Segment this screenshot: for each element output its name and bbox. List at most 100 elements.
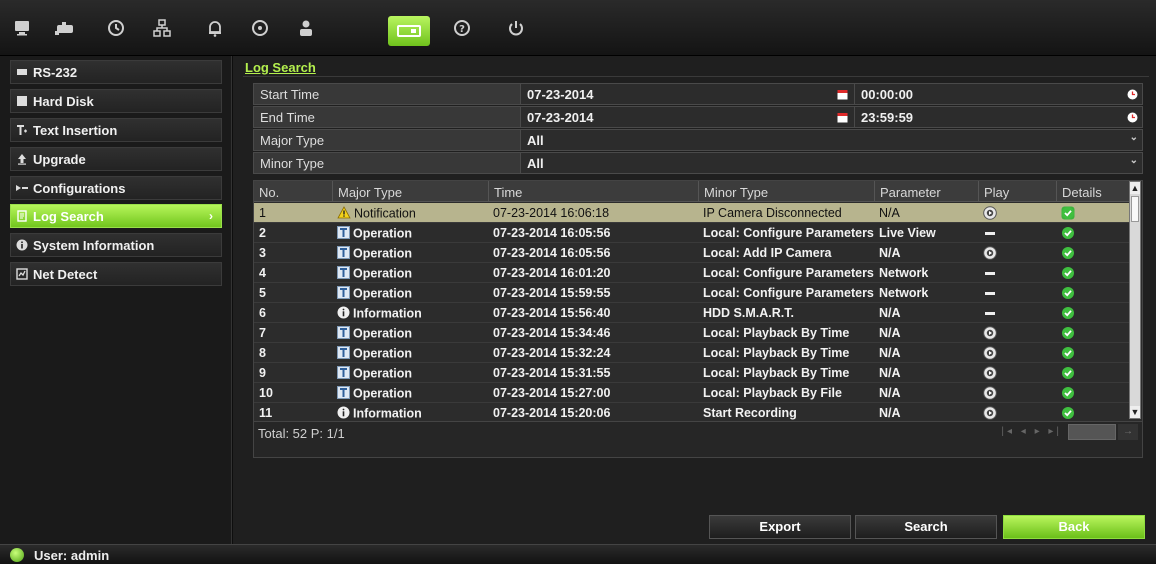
table-row[interactable]: 4 Operation 07-23-2014 16:01:20 Local: Conf…: [254, 263, 1130, 283]
cell-play[interactable]: [978, 383, 1056, 403]
table-row[interactable]: 10 Operation 07-23-2014 15:27:00 Local: Pla…: [254, 383, 1130, 403]
sidebar: RS-232 Hard Disk Text Insertion Upgrade …: [0, 56, 232, 544]
table-scrollbar[interactable]: ▲ ▼: [1129, 181, 1141, 419]
cell-no: 8: [259, 346, 266, 360]
device-icon[interactable]: [388, 16, 430, 46]
search-button[interactable]: Search: [855, 515, 997, 539]
title-divider: [243, 76, 1149, 77]
help-icon[interactable]: ?: [442, 10, 482, 46]
table-row[interactable]: 9 Operation 07-23-2014 15:31:55 Local: Play…: [254, 363, 1130, 383]
back-button[interactable]: Back: [1003, 515, 1145, 539]
sidebar-item-net-detect[interactable]: Net Detect: [10, 262, 222, 286]
details-icon[interactable]: [1061, 286, 1075, 303]
play-icon[interactable]: [983, 246, 997, 263]
hdd-icon[interactable]: [240, 10, 280, 46]
monitor-icon[interactable]: [2, 10, 42, 46]
table-row[interactable]: 11 Information 07-23-2014 15:20:06 Start Re…: [254, 403, 1130, 423]
cell-details[interactable]: [1056, 363, 1130, 383]
go-page-button[interactable]: →: [1118, 424, 1138, 440]
major-type-select[interactable]: All ⌄: [520, 130, 1142, 150]
sidebar-item-text-insertion[interactable]: Text Insertion: [10, 118, 222, 142]
details-icon[interactable]: [1061, 266, 1075, 283]
details-icon[interactable]: [1061, 306, 1075, 323]
calendar-icon[interactable]: [837, 111, 848, 126]
play-icon[interactable]: [983, 326, 997, 343]
play-icon[interactable]: [983, 346, 997, 363]
table-row[interactable]: 8 Operation 07-23-2014 15:32:24 Local: Play…: [254, 343, 1130, 363]
sidebar-item-configurations[interactable]: Configurations: [10, 176, 222, 200]
play-icon[interactable]: [983, 366, 997, 383]
details-icon[interactable]: [1061, 346, 1075, 363]
power-icon[interactable]: [496, 10, 536, 46]
cell-play[interactable]: [978, 403, 1056, 423]
details-icon[interactable]: [1061, 386, 1075, 403]
sidebar-item-upgrade[interactable]: Upgrade: [10, 147, 222, 171]
cell-play: [978, 223, 1056, 243]
col-play: Play: [978, 181, 1056, 202]
user-icon[interactable]: [286, 10, 326, 46]
end-date-field[interactable]: 07-23-2014: [520, 107, 854, 127]
cell-no: 4: [259, 266, 266, 280]
table-row[interactable]: 1 Notification 07-23-2014 16:06:18 IP Camer…: [254, 203, 1130, 223]
operation-icon: [337, 326, 350, 342]
details-icon[interactable]: [1061, 246, 1075, 263]
calendar-icon[interactable]: [837, 88, 848, 103]
play-icon[interactable]: [983, 206, 997, 223]
sidebar-item-system-information[interactable]: System Information: [10, 233, 222, 257]
network-icon[interactable]: [142, 10, 182, 46]
operation-icon: [337, 346, 350, 362]
cell-details[interactable]: [1056, 243, 1130, 263]
start-clock-field[interactable]: 00:00:00: [854, 84, 1142, 104]
cell-details[interactable]: [1056, 323, 1130, 343]
cell-details[interactable]: [1056, 303, 1130, 323]
table-row[interactable]: 2 Operation 07-23-2014 16:05:56 Local: Conf…: [254, 223, 1130, 243]
cell-time: 07-23-2014 15:59:55: [493, 286, 611, 300]
end-clock-field[interactable]: 23:59:59: [854, 107, 1142, 127]
cell-minor: Local: Add IP Camera: [703, 246, 832, 260]
cell-play[interactable]: [978, 323, 1056, 343]
cell-details[interactable]: [1056, 283, 1130, 303]
cell-details[interactable]: [1056, 343, 1130, 363]
page-number-input[interactable]: [1068, 424, 1116, 440]
scroll-up-icon[interactable]: ▲: [1130, 182, 1140, 194]
cell-play[interactable]: [978, 243, 1056, 263]
details-icon[interactable]: [1061, 326, 1075, 343]
cell-play[interactable]: [978, 203, 1056, 223]
scroll-thumb[interactable]: [1131, 196, 1139, 222]
cell-time: 07-23-2014 15:27:00: [493, 386, 611, 400]
sidebar-item-hard-disk[interactable]: Hard Disk: [10, 89, 222, 113]
cell-details[interactable]: [1056, 223, 1130, 243]
sidebar-item-log-search[interactable]: Log Search ›: [10, 204, 222, 228]
sidebar-item-label: Text Insertion: [33, 122, 118, 138]
camera-icon[interactable]: [45, 10, 85, 46]
cell-play[interactable]: [978, 363, 1056, 383]
bell-icon[interactable]: [195, 10, 235, 46]
cell-play[interactable]: [978, 343, 1056, 363]
cell-details[interactable]: [1056, 383, 1130, 403]
clock-picker-icon[interactable]: [1127, 111, 1138, 126]
page-title[interactable]: Log Search: [245, 60, 316, 77]
clock-picker-icon[interactable]: [1127, 88, 1138, 103]
cell-time: 07-23-2014 16:01:20: [493, 266, 611, 280]
pager-controls[interactable]: |◂ ◂ ▸ ▸|: [1001, 426, 1062, 437]
table-row[interactable]: 5 Operation 07-23-2014 15:59:55 Local: Conf…: [254, 283, 1130, 303]
sidebar-item-rs232[interactable]: RS-232: [10, 60, 222, 84]
cell-details[interactable]: [1056, 203, 1130, 223]
cell-details[interactable]: [1056, 263, 1130, 283]
table-row[interactable]: 3 Operation 07-23-2014 16:05:56 Local: Add …: [254, 243, 1130, 263]
user-label: User: admin: [34, 548, 110, 563]
operation-icon: [337, 286, 350, 302]
scroll-down-icon[interactable]: ▼: [1130, 406, 1140, 418]
table-row[interactable]: 7 Operation 07-23-2014 15:34:46 Local: Play…: [254, 323, 1130, 343]
table-row[interactable]: 6 Information 07-23-2014 15:56:40 HDD S.M.A…: [254, 303, 1130, 323]
export-button[interactable]: Export: [709, 515, 851, 539]
start-date-field[interactable]: 07-23-2014: [520, 84, 854, 104]
minor-type-select[interactable]: All ⌄: [520, 153, 1142, 173]
play-icon[interactable]: [983, 386, 997, 403]
cell-details[interactable]: [1056, 403, 1130, 423]
details-icon[interactable]: [1061, 206, 1075, 223]
details-icon[interactable]: [1061, 226, 1075, 243]
details-icon[interactable]: [1061, 366, 1075, 383]
cell-major-type: Operation: [332, 383, 488, 403]
clock-icon[interactable]: [96, 10, 136, 46]
